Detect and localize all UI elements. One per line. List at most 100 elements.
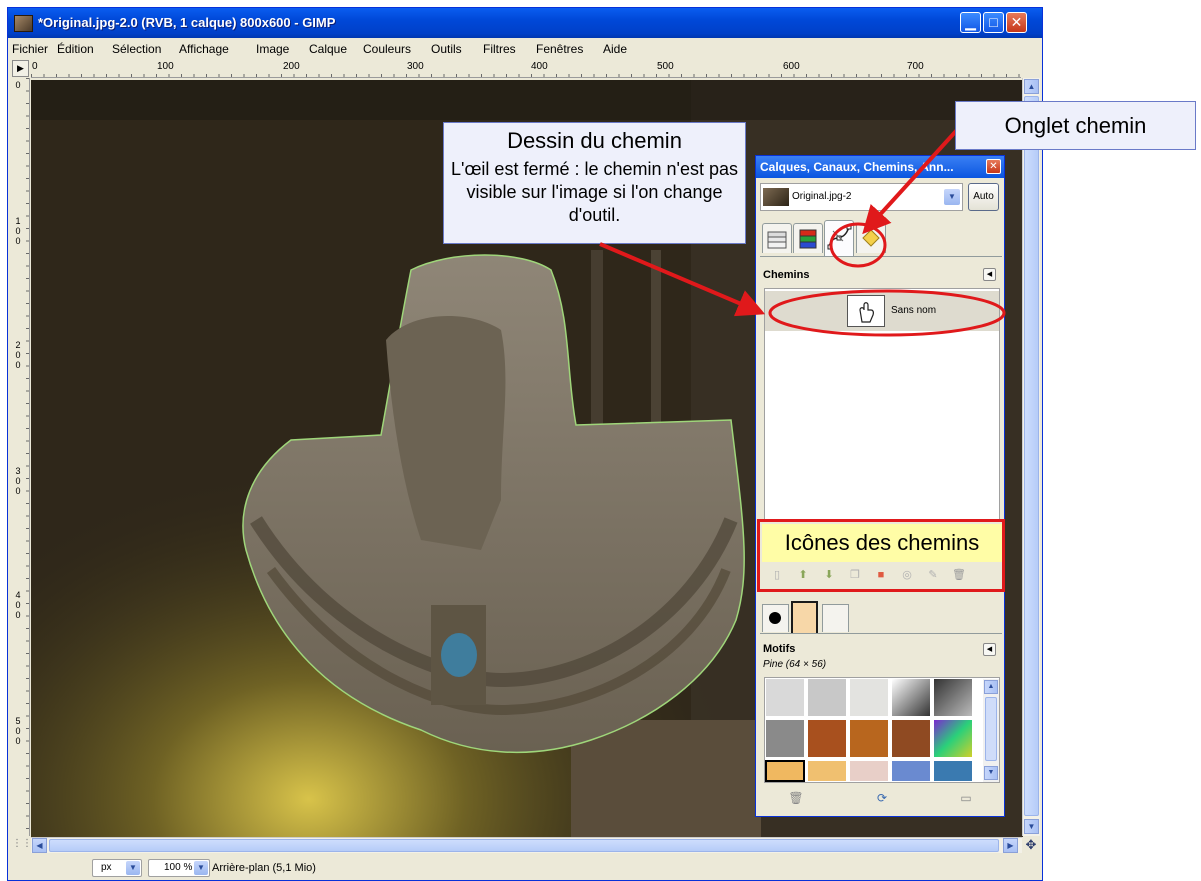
motifs-toolbar: 🗑 ⟳ ▭ xyxy=(764,788,1000,808)
pattern-swatch[interactable] xyxy=(849,678,889,717)
pattern-swatch-selected[interactable] xyxy=(765,760,805,782)
visibility-eye-closed-icon[interactable] xyxy=(767,301,785,319)
menu-bar: Fichier Édition Sélection Affichage Imag… xyxy=(8,39,1042,59)
scroll-right-icon[interactable]: ▶ xyxy=(1003,838,1018,853)
refresh-patterns-icon[interactable]: ⟳ xyxy=(874,790,890,806)
menu-image[interactable]: Image xyxy=(256,42,289,56)
vertical-scroll-thumb[interactable] xyxy=(1024,96,1039,816)
menu-aide[interactable]: Aide xyxy=(603,42,627,56)
status-bar: px ▼ 100 % ▼ Arrière-plan (5,1 Mio) xyxy=(8,855,1042,880)
horizontal-scrollbar[interactable]: ◀ ▶ xyxy=(31,837,1022,853)
annotation-text: L'œil est fermé : le chemin n'est pas vi… xyxy=(451,159,738,225)
ruler-tick: 3 0 0 xyxy=(15,466,21,496)
patterns-grid[interactable]: ▲ ▼ xyxy=(764,677,1000,783)
unit-select[interactable]: px ▼ xyxy=(92,859,142,877)
chevron-down-icon[interactable]: ▼ xyxy=(126,861,140,875)
image-thumbnail xyxy=(763,188,789,206)
pattern-swatch[interactable] xyxy=(765,719,805,758)
pattern-swatch[interactable] xyxy=(891,719,931,758)
patterns-scroll-thumb[interactable] xyxy=(985,697,997,761)
configure-tab-icon[interactable]: ◀ xyxy=(983,268,996,281)
menu-outils[interactable]: Outils xyxy=(431,42,462,56)
zoom-select[interactable]: 100 % ▼ xyxy=(148,859,210,877)
scroll-down-icon[interactable]: ▼ xyxy=(984,766,998,780)
window-title: *Original.jpg-2.0 (RVB, 1 calque) 800x60… xyxy=(38,15,336,30)
menu-couleurs[interactable]: Couleurs xyxy=(363,42,411,56)
pattern-swatch[interactable] xyxy=(891,760,931,782)
brushes-tab-icon[interactable] xyxy=(762,604,789,632)
minimize-button[interactable]: ▁ xyxy=(960,12,981,33)
pattern-swatch[interactable] xyxy=(933,678,973,717)
annotation-tab-label: Onglet chemin xyxy=(955,101,1196,150)
menu-calque[interactable]: Calque xyxy=(309,42,347,56)
open-pattern-folder-icon[interactable]: ▭ xyxy=(958,790,974,806)
close-button[interactable]: ✕ xyxy=(1006,12,1027,33)
dock-title: Calques, Canaux, Chemins, Ann... xyxy=(760,160,954,174)
gradients-tab-icon[interactable] xyxy=(822,604,849,632)
configure-tab-icon[interactable]: ◀ xyxy=(983,643,996,656)
path-name: Sans nom xyxy=(891,305,937,316)
vertical-scrollbar[interactable]: ▲ ▼ xyxy=(1022,78,1040,836)
channels-tab-icon[interactable] xyxy=(793,223,823,253)
path-thumbnail-icon xyxy=(847,295,885,327)
auto-button[interactable]: Auto xyxy=(968,183,999,211)
quick-mask-toggle[interactable]: ▶ xyxy=(12,60,29,77)
scroll-up-icon[interactable]: ▲ xyxy=(984,680,998,694)
pattern-swatch[interactable] xyxy=(849,760,889,782)
ruler-tick: 4 0 0 xyxy=(15,590,21,620)
path-row[interactable]: Sans nom xyxy=(765,291,999,331)
navigate-icon[interactable]: ✥ xyxy=(1023,838,1039,853)
menu-edition[interactable]: Édition xyxy=(57,42,94,56)
pattern-swatch[interactable] xyxy=(933,760,973,782)
undo-tab-icon[interactable] xyxy=(856,223,886,253)
scroll-up-icon[interactable]: ▲ xyxy=(1024,79,1039,94)
delete-pattern-icon[interactable]: 🗑 xyxy=(788,790,804,806)
menu-filtres[interactable]: Filtres xyxy=(483,42,516,56)
paths-tab-icon[interactable] xyxy=(824,220,854,256)
ruler-tick: 300 xyxy=(407,61,424,72)
chevron-down-icon[interactable]: ▼ xyxy=(944,189,960,205)
paths-header: Chemins ◀ xyxy=(760,266,1002,284)
ruler-tick: 600 xyxy=(783,61,800,72)
image-selector[interactable]: Original.jpg-2 ▼ xyxy=(760,183,963,211)
paths-list[interactable]: Sans nom xyxy=(764,288,1000,520)
ruler-tick: 400 xyxy=(531,61,548,72)
title-bar[interactable]: *Original.jpg-2.0 (RVB, 1 calque) 800x60… xyxy=(8,8,1042,38)
menu-fenetres[interactable]: Fenêtres xyxy=(536,42,583,56)
pattern-swatch[interactable] xyxy=(849,719,889,758)
menu-affichage[interactable]: Affichage xyxy=(179,42,229,56)
layers-tab-icon[interactable] xyxy=(762,223,792,253)
scroll-left-icon[interactable]: ◀ xyxy=(32,838,47,853)
scroll-down-icon[interactable]: ▼ xyxy=(1024,819,1039,834)
annotation-path-drawing: Dessin du chemin L'œil est fermé : le ch… xyxy=(443,122,746,244)
patterns-scrollbar[interactable]: ▲ ▼ xyxy=(983,679,999,782)
pattern-swatch[interactable] xyxy=(933,719,973,758)
pattern-swatch[interactable] xyxy=(891,678,931,717)
dock-tabs xyxy=(760,220,1002,257)
pattern-swatch[interactable] xyxy=(807,719,847,758)
maximize-button[interactable]: □ xyxy=(983,12,1004,33)
ruler-tick: 0 xyxy=(15,80,21,90)
brush-tabs xyxy=(760,601,1002,634)
dock-close-icon[interactable]: ✕ xyxy=(986,159,1001,174)
vertical-ruler[interactable]: 0 1 0 0 2 0 0 3 0 0 4 0 0 5 0 0 xyxy=(12,78,30,836)
horizontal-scroll-thumb[interactable] xyxy=(49,839,999,852)
pattern-swatch[interactable] xyxy=(807,760,847,782)
dock-title-bar[interactable]: Calques, Canaux, Chemins, Ann... ✕ xyxy=(756,156,1004,178)
navigation-corner-icon[interactable]: ⋮⋮ xyxy=(12,838,32,853)
ruler-tick: 700 xyxy=(907,61,924,72)
status-text: Arrière-plan (5,1 Mio) xyxy=(212,862,316,874)
image-name: Original.jpg-2 xyxy=(792,191,852,202)
layers-dock: Calques, Canaux, Chemins, Ann... ✕ Origi… xyxy=(755,155,1005,817)
zoom-value: 100 % xyxy=(164,862,193,873)
menu-fichier[interactable]: Fichier xyxy=(12,42,48,56)
annotation-title: Dessin du chemin xyxy=(507,128,682,153)
ruler-tick: 500 xyxy=(657,61,674,72)
chevron-down-icon[interactable]: ▼ xyxy=(194,861,208,875)
horizontal-ruler[interactable]: 0 100 200 300 400 500 600 700 xyxy=(31,60,1021,78)
pattern-swatch[interactable] xyxy=(765,678,805,717)
ruler-tick: 0 xyxy=(32,61,38,72)
menu-selection[interactable]: Sélection xyxy=(112,42,161,56)
pattern-swatch[interactable] xyxy=(807,678,847,717)
patterns-tab-icon[interactable] xyxy=(791,601,818,633)
